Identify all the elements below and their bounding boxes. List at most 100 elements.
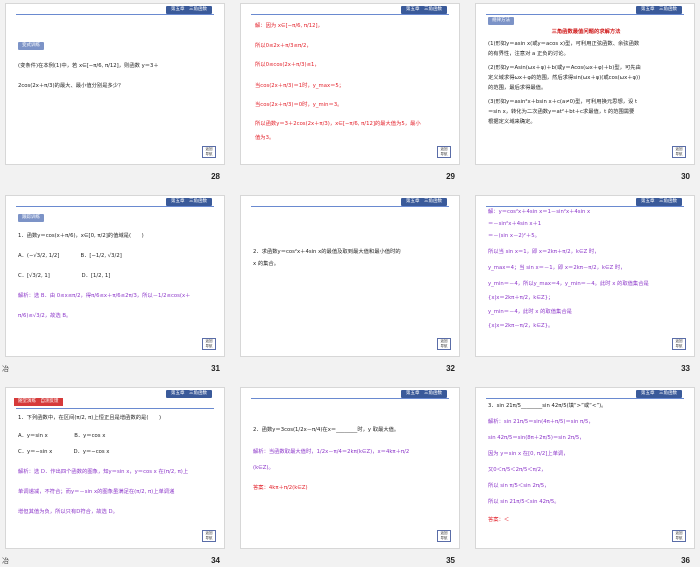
slide-35[interactable]: 第五章 三角函数 2．函数y＝3cos(1/2x－π/4)在x＝________…: [240, 387, 460, 549]
slide-30[interactable]: 第五章 三角函数 规律方法 三角函数最值问题的求解方法 (1)形如y＝asin …: [475, 3, 695, 165]
nav-button[interactable]: 返回 导航: [672, 530, 686, 542]
question-line: 2．函数y＝3cos(1/2x－π/4)在x＝________时，y 取最大值。: [253, 427, 400, 433]
solution-line: 所以函数y＝3＋2cos(2x＋π/3)，x∈[−π/6, π/12]的最大值为…: [255, 121, 421, 127]
nav-button[interactable]: 返回 导航: [672, 146, 686, 158]
slide-number: 34: [211, 556, 220, 565]
section-tag: 跟踪训练: [18, 214, 44, 222]
answer-line: 答案：＜: [488, 517, 510, 523]
header-divider: [16, 408, 214, 409]
option-line: C．[√3/2, 1] D．[1/2, 1]: [18, 273, 111, 279]
answer-line: 答案：4kπ＋π/2(k∈Z): [253, 485, 308, 491]
slide-33[interactable]: 第五章 三角函数 解：y＝cos²x＋4sin x＝1－sin²x＋4sin x…: [475, 195, 695, 357]
solution-line: 当cos(2x＋π/3)＝1时，y_max＝5；: [255, 83, 345, 89]
method-line: 的有界性，注意对 a 正负的讨论。: [488, 51, 569, 57]
slide-number: 30: [681, 172, 690, 181]
solution-line: y_min＝－4，所以y_max＝4，y_min＝－4。此时 x 的取值集合是: [488, 281, 649, 287]
analysis-line: 解析：sin 21π/5＝sin(4π＋π/5)＝sin π/5，: [488, 419, 594, 425]
question-line: (变条件)在本例(1)中，若 x∈[−π/6, π/12]，则函数 y＝3＋: [18, 63, 159, 69]
header-divider: [251, 14, 449, 15]
method-line: (3)形如y＝asin²x＋bsin x＋c(a≠0)型，可利用换元思想，设 t: [488, 99, 638, 105]
slide-34[interactable]: 随堂演练 自测反馈 第五章 三角函数 1．下列函数中，在区间(π/2, π)上恒…: [5, 387, 225, 549]
question-line: 1．函数y＝cos(x＋π/6)，x∈[0, π/2]的值域是( ): [18, 233, 144, 239]
method-title: 三角函数最值问题的求解方法: [551, 29, 621, 35]
analysis-line: (k∈Z)。: [253, 465, 274, 471]
footer-mark: 冶: [2, 557, 9, 565]
slide-number: 36: [681, 556, 690, 565]
footer-mark: 冶: [2, 365, 9, 373]
solution-line: 解：y＝cos²x＋4sin x＝1－sin²x＋4sin x: [488, 209, 591, 215]
header-divider: [251, 398, 449, 399]
solution-line: {x|x＝2kπ－π/2，k∈Z}。: [488, 323, 554, 329]
nav-button[interactable]: 返回 导航: [437, 338, 451, 350]
header-divider: [251, 206, 449, 207]
slide-header: 第五章 三角函数: [636, 6, 682, 14]
slide-header: 第五章 三角函数: [166, 6, 212, 14]
question-line: 1．下列函数中，在区间(π/2, π)上恒正且是增函数的是( ): [18, 415, 162, 421]
slide-number: 31: [211, 364, 220, 373]
nav-button[interactable]: 返回 导航: [202, 530, 216, 542]
slide-header: 第五章 三角函数: [401, 198, 447, 206]
nav-button[interactable]: 返回 导航: [202, 146, 216, 158]
header-divider: [16, 14, 214, 15]
slide-28[interactable]: 第五章 三角函数 变式训练 (变条件)在本例(1)中，若 x∈[−π/6, π/…: [5, 3, 225, 165]
section-banner: 随堂演练 自测反馈: [14, 398, 63, 406]
solution-line: 解：因为 x∈[−π/6, π/12]，: [255, 23, 323, 29]
slide-number: 29: [446, 172, 455, 181]
analysis-line: 所以 sin π/5＜sin 2π/5，: [488, 483, 550, 489]
analysis-line: 解析：当函数取最大值时，1/2x－π/4＝2kπ(k∈Z)，x＝4kπ＋π/2: [253, 449, 410, 455]
nav-button[interactable]: 返回 导航: [672, 338, 686, 350]
solution-line: 值为3。: [255, 135, 275, 141]
header-divider: [16, 206, 214, 207]
header-divider: [486, 398, 684, 399]
analysis-line: 因为 y＝sin x 在[0, π/2]上单调，: [488, 451, 569, 457]
solution-line: ＝－sin²x＋4sin x＋1: [488, 221, 542, 227]
analysis-line: 所以 sin 21π/5＜sin 42π/5。: [488, 499, 560, 505]
slide-header: 第五章 三角函数: [166, 390, 212, 398]
slide-header: 第五章 三角函数: [636, 390, 682, 398]
option-line: A．(−√3/2, 1/2] B．[−1/2, √3/2]: [18, 253, 122, 259]
analysis-line: 解析：选 D．作出四个函数的图象，知y＝sin x，y＝cos x 在(π/2,…: [18, 469, 189, 475]
question-line: x 的集合。: [253, 261, 280, 267]
solution-line: 所以0≤cos(2x＋π/3)≤1，: [255, 62, 320, 68]
option-line: A．y＝sin x B．y＝cos x: [18, 433, 106, 439]
section-tag: 规律方法: [488, 17, 514, 25]
nav-button[interactable]: 返回 导航: [437, 530, 451, 542]
solution-line: 所以当 sin x＝1，即 x＝2kπ＋π/2，k∈Z 时，: [488, 249, 600, 255]
solution-line: y_max＝4；当 sin x＝－1，即 x＝2kπ－π/2，k∈Z 时，: [488, 265, 626, 271]
analysis-line: 又0＜π/5＜2π/5＜π/2，: [488, 467, 547, 473]
slide-header: 第五章 三角函数: [166, 198, 212, 206]
solution-line: 所以0≤2x＋π/3≤π/2，: [255, 43, 312, 49]
slide-number: 35: [446, 556, 455, 565]
slide-number: 32: [446, 364, 455, 373]
method-line: 的范围，最后求得最值。: [488, 85, 547, 91]
slide-number: 33: [681, 364, 690, 373]
slide-header: 第五章 三角函数: [636, 198, 682, 206]
method-line: 定义域求得ωx＋φ的范围，然后求得sin(ωx＋φ)(或cos(ωx＋φ)): [488, 75, 641, 81]
slide-32[interactable]: 第五章 三角函数 2．求函数y＝cos²x＋4sin x的最值及取到最大值和最小…: [240, 195, 460, 357]
header-divider: [486, 206, 684, 207]
method-line: 根据定义域来确定。: [488, 119, 536, 125]
slide-number: 28: [211, 172, 220, 181]
analysis-line: 增但其值为负，所以只有D符合，故选 D。: [18, 509, 118, 515]
solution-line: 当cos(2x＋π/3)＝0时，y_min＝3。: [255, 102, 343, 108]
method-line: (2)形如y＝Asin(ωx＋φ)＋b(或y＝Acos(ωx＋φ)＋b)型，可先…: [488, 65, 641, 71]
question-line: 3．sin 21π/5________sin 42π/5(填“>”或“<”)。: [488, 403, 607, 409]
nav-button[interactable]: 返回 导航: [202, 338, 216, 350]
slide-36[interactable]: 第五章 三角函数 3．sin 21π/5________sin 42π/5(填“…: [475, 387, 695, 549]
slide-header: 第五章 三角函数: [401, 390, 447, 398]
nav-button[interactable]: 返回 导航: [437, 146, 451, 158]
slide-31[interactable]: 第五章 三角函数 跟踪训练 1．函数y＝cos(x＋π/6)，x∈[0, π/2…: [5, 195, 225, 357]
section-tag: 变式训练: [18, 42, 44, 50]
slide-29[interactable]: 第五章 三角函数 解：因为 x∈[−π/6, π/12]， 所以0≤2x＋π/3…: [240, 3, 460, 165]
method-line: (1)形如y＝asin x(或y＝acos x)型，可利用正弦函数、余弦函数: [488, 41, 640, 47]
analysis-line: 解析：选 B．由 0≤x≤π/2，得π/6≤x＋π/6≤2π/3，所以－1/2≤…: [18, 293, 191, 299]
header-divider: [486, 14, 684, 15]
analysis-line: π/6)≤√3/2，故选 B。: [18, 313, 72, 319]
solution-line: y_min＝－4，此时 x 的取值集合是: [488, 309, 572, 315]
analysis-line: sin 42π/5＝sin(8π＋2π/5)＝sin 2π/5，: [488, 435, 585, 441]
question-line: 2cos(2x＋π/3)的最大、最小值分别是多少？: [18, 83, 124, 89]
slide-header: 第五章 三角函数: [401, 6, 447, 14]
question-line: 2．求函数y＝cos²x＋4sin x的最值及取到最大值和最小值时的: [253, 249, 401, 255]
solution-line: {x|x＝2kπ＋π/2，k∈Z}；: [488, 295, 554, 301]
solution-line: ＝－(sin x－2)²＋5。: [488, 233, 540, 239]
